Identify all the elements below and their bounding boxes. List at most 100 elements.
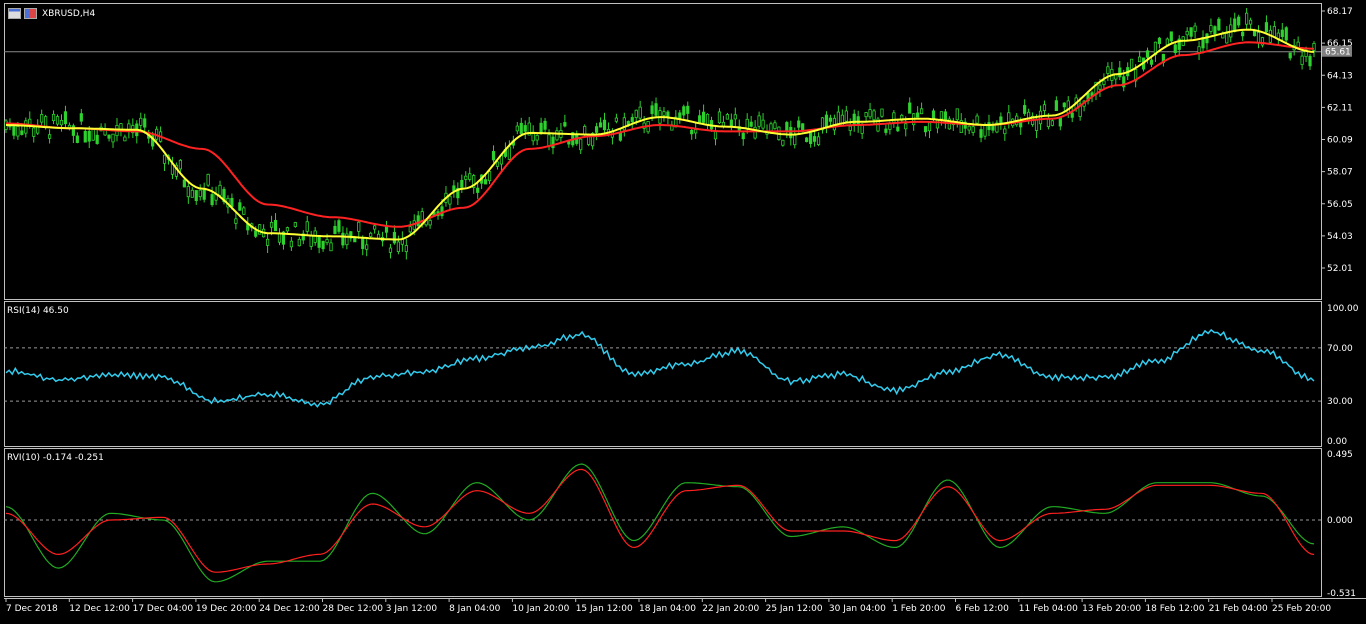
candle-body	[119, 123, 123, 130]
candle-body	[1173, 44, 1177, 54]
chart-window[interactable]: 68.17 66.15 64.13 62.11 60.09 58.07 56.05 54.03…	[0, 0, 1366, 621]
candle-body	[1130, 58, 1134, 70]
time-tick-label: 13 Feb 20:00	[1082, 604, 1141, 614]
candle-body	[920, 108, 924, 115]
candle-body	[321, 240, 325, 250]
candle-body	[16, 126, 20, 137]
candle-body	[357, 221, 361, 232]
time-tick-label: 22 Jan 20:00	[702, 604, 759, 614]
candle-body	[210, 194, 214, 205]
candle-body	[523, 125, 527, 132]
candle-body	[143, 118, 147, 128]
candle-body	[1272, 26, 1276, 37]
candle-body	[733, 114, 737, 120]
candle-body	[717, 111, 722, 124]
candle-body	[1264, 22, 1269, 33]
candle-body	[491, 151, 496, 161]
candle-body	[63, 111, 68, 125]
candle-body	[1165, 38, 1169, 46]
candle-body	[1070, 112, 1074, 118]
candle-body	[824, 114, 829, 128]
candle-body	[598, 122, 603, 128]
time-tick-label: 11 Feb 04:00	[1019, 604, 1078, 614]
rsi-label: RSI(14) 46.50	[7, 306, 69, 316]
candle-body	[258, 224, 262, 235]
candle-body	[464, 175, 468, 180]
candle-body	[1300, 55, 1304, 65]
rsi-tick-label: 70.00	[1327, 344, 1353, 354]
table-icon	[8, 8, 21, 19]
time-tick-label: 8 Jan 04:00	[449, 604, 501, 614]
candle-body	[547, 134, 551, 147]
rvi-tick-label: 0.000	[1327, 516, 1353, 526]
candle-body	[59, 119, 64, 126]
price-tick-label: 64.13	[1327, 71, 1353, 81]
candle-body	[507, 146, 511, 160]
candle-body	[1280, 29, 1284, 37]
candle-body	[333, 225, 337, 235]
candle-body	[317, 236, 321, 248]
candle-body	[452, 185, 456, 192]
candle-body	[1149, 59, 1154, 65]
candle-body	[753, 126, 757, 139]
candle-body	[908, 102, 912, 114]
candle-body	[1138, 56, 1142, 63]
candle-body	[983, 124, 987, 137]
candle-body	[773, 122, 777, 130]
candle-body	[468, 173, 472, 180]
candle-body	[650, 105, 654, 114]
candle-body	[1225, 33, 1229, 44]
candle-body	[535, 134, 539, 141]
candle-body	[682, 106, 686, 116]
price-tick-label: 58.07	[1327, 168, 1353, 178]
candle-body	[923, 126, 928, 133]
candle-body	[269, 222, 274, 228]
time-tick-label: 18 Jan 04:00	[639, 604, 696, 614]
candle-body	[741, 132, 745, 140]
fast-ma-line	[5, 28, 1315, 241]
candle-body	[483, 179, 488, 185]
time-tick-label: 7 Dec 2018	[6, 604, 58, 614]
candle-body	[1284, 27, 1288, 41]
rsi-tick-label: 30.00	[1327, 397, 1353, 407]
candle-body	[297, 238, 301, 247]
candle-body	[705, 113, 710, 126]
rvi-label: RVI(10) -0.174 -0.251	[7, 453, 104, 463]
candle-body	[1209, 25, 1213, 32]
candle-body	[785, 122, 789, 132]
candle-body	[305, 221, 309, 232]
chart-canvas[interactable]: 68.1766.1564.1362.1160.0958.0756.0554.03…	[0, 0, 1366, 621]
candle-body	[1169, 31, 1173, 42]
candle-body	[1102, 80, 1106, 85]
candle-body	[1237, 16, 1241, 26]
rsi-pane-frame	[4, 301, 1322, 447]
candle-body	[789, 126, 793, 139]
time-tick-label: 3 Jan 12:00	[386, 604, 438, 614]
candle-body	[428, 219, 432, 226]
time-tick-label: 1 Feb 20:00	[892, 604, 946, 614]
candle-body	[408, 226, 412, 233]
candle-body	[761, 119, 765, 129]
price-tick-label: 62.11	[1327, 103, 1353, 113]
candle-body	[844, 110, 848, 122]
candle-body	[1157, 37, 1162, 44]
candle-body	[44, 116, 48, 127]
rsi-line	[5, 328, 1315, 408]
candle-body	[361, 238, 365, 249]
candle-body	[1233, 18, 1237, 32]
candle-body	[690, 129, 694, 135]
time-tick-label: 24 Dec 12:00	[259, 604, 320, 614]
candle-body	[460, 179, 464, 188]
candle-body	[543, 120, 547, 130]
candle-body	[1213, 26, 1217, 35]
candle-body	[373, 225, 377, 230]
time-tick-label: 18 Feb 12:00	[1145, 604, 1204, 614]
candle-body	[1197, 46, 1201, 53]
candle-body	[91, 128, 95, 141]
flag-icon	[24, 8, 37, 19]
price-pane-frame	[4, 3, 1322, 300]
time-tick-label: 12 Dec 12:00	[69, 604, 130, 614]
candle-body	[579, 138, 583, 151]
candle-body	[273, 219, 278, 232]
candle-body	[1062, 102, 1066, 108]
